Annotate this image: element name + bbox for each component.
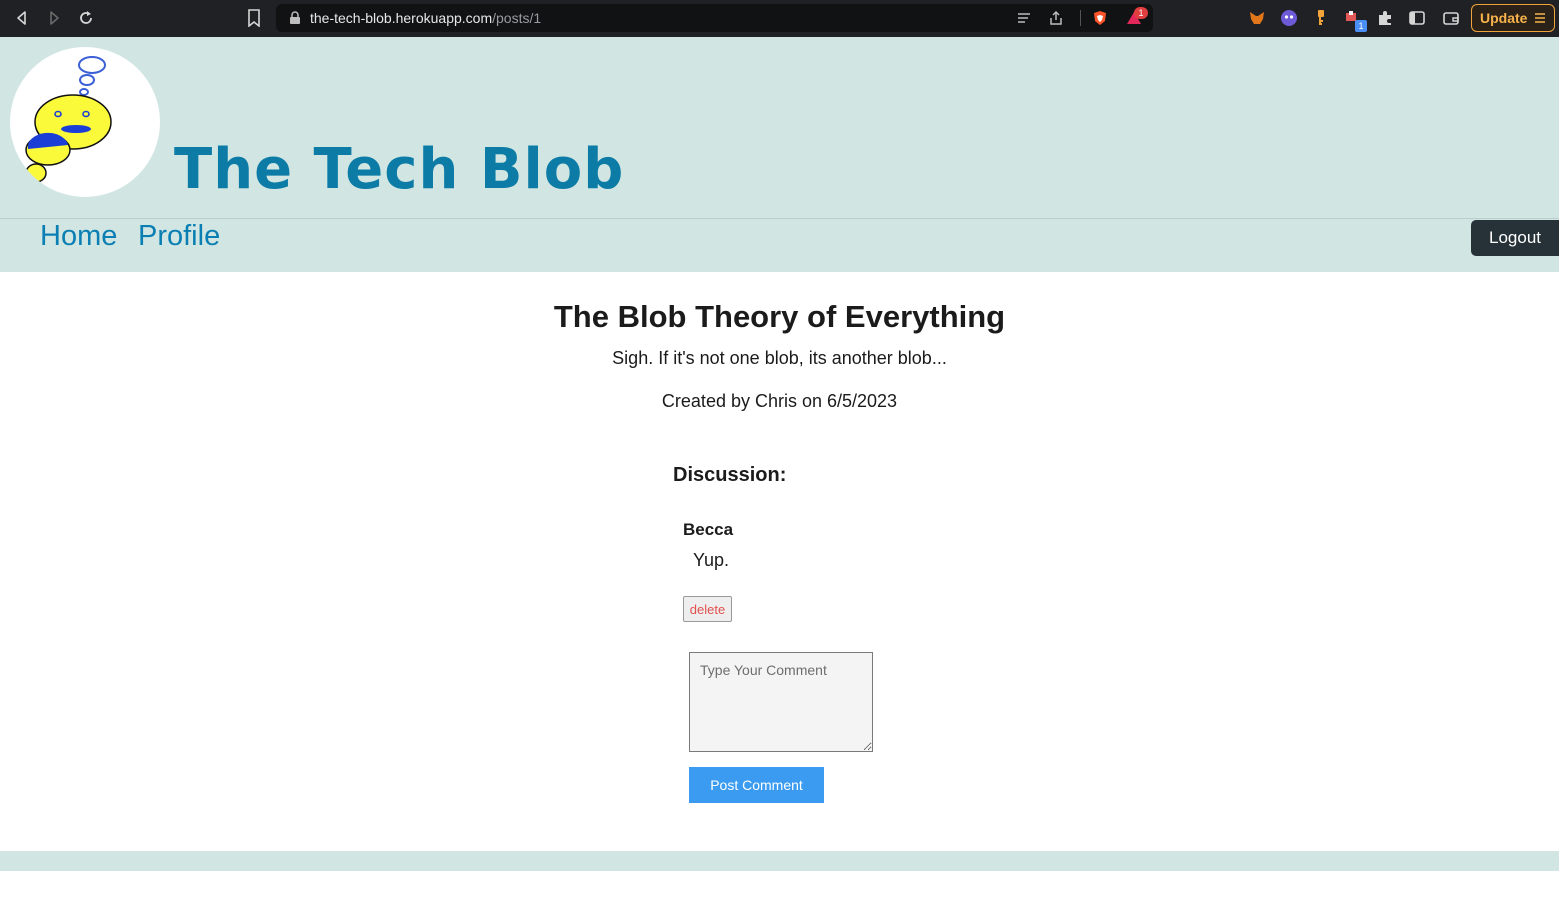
browser-update-button[interactable]: Update xyxy=(1471,4,1555,32)
url-host: the-tech-blob.herokuapp.com xyxy=(310,10,493,26)
notification-badge: 1 xyxy=(1134,7,1148,19)
bookmark-icon[interactable] xyxy=(246,9,262,27)
browser-toolbar: the-tech-blob.herokuapp.com/posts/1 1 1 … xyxy=(0,0,1559,37)
blob-mascot-icon xyxy=(25,56,112,183)
nav-link-home[interactable]: Home xyxy=(40,220,117,253)
logout-button[interactable]: Logout xyxy=(1471,220,1559,256)
comment-input[interactable] xyxy=(689,652,873,752)
extensions-icon[interactable] xyxy=(1376,9,1394,27)
nav-link-profile[interactable]: Profile xyxy=(138,220,220,253)
sidebar-icon[interactable] xyxy=(1408,9,1426,27)
divider xyxy=(1080,10,1081,26)
site-header: The Tech Blob xyxy=(0,37,1559,219)
wallet-icon[interactable] xyxy=(1442,9,1460,27)
post-meta: Created by Chris on 6/5/2023 xyxy=(661,391,898,411)
post-comment-button[interactable]: Post Comment xyxy=(689,767,824,803)
metamask-icon[interactable] xyxy=(1248,9,1266,27)
reader-mode-icon[interactable] xyxy=(1016,10,1032,26)
site-footer xyxy=(0,851,1559,871)
comment-author: Becca xyxy=(683,520,734,539)
main-nav: Home Profile Logout xyxy=(0,219,1559,272)
extension-face-icon[interactable] xyxy=(1280,9,1298,27)
hamburger-menu-icon xyxy=(1535,13,1545,23)
address-bar[interactable]: the-tech-blob.herokuapp.com/posts/1 1 xyxy=(276,4,1153,32)
back-icon[interactable] xyxy=(12,8,32,28)
forward-icon[interactable] xyxy=(44,8,64,28)
reload-icon[interactable] xyxy=(76,8,96,28)
lock-icon xyxy=(290,11,300,24)
url-text: the-tech-blob.herokuapp.com/posts/1 xyxy=(310,10,541,26)
share-icon[interactable] xyxy=(1048,10,1064,26)
key-icon[interactable] xyxy=(1312,9,1330,27)
discussion-heading: Discussion: xyxy=(673,464,787,486)
comment-text: Yup. xyxy=(693,550,730,570)
update-label: Update xyxy=(1480,10,1528,26)
extension-badge: 1 xyxy=(1355,20,1367,32)
blob-logo[interactable] xyxy=(10,47,160,197)
post-body: Sigh. If it's not one blob, its another … xyxy=(612,348,947,368)
site-title[interactable]: The Tech Blob xyxy=(174,137,624,202)
brave-shield-icon[interactable] xyxy=(1092,10,1108,26)
post-title: The Blob Theory of Everything xyxy=(553,299,1006,334)
delete-comment-button[interactable]: delete xyxy=(683,596,732,622)
url-path: /posts/1 xyxy=(492,10,542,26)
